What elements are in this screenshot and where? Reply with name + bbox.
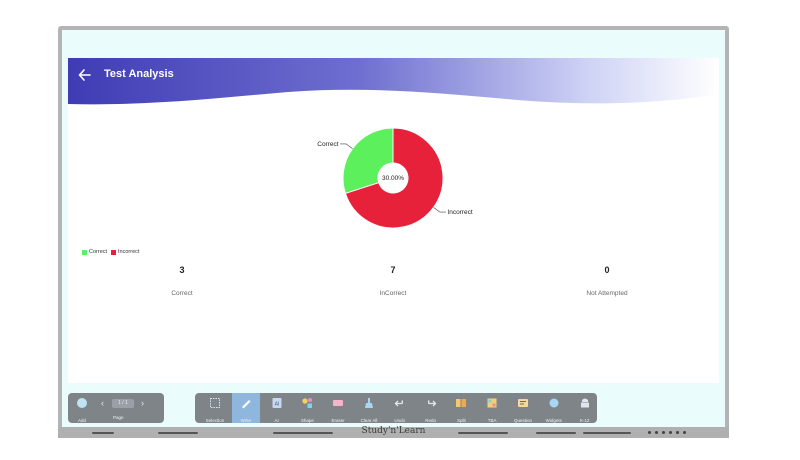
- legend-item-incorrect: Incorrect: [111, 249, 139, 255]
- tool-label: Clear All: [360, 418, 378, 423]
- question-icon: [518, 399, 528, 407]
- legend-label: Incorrect: [118, 249, 140, 255]
- slice-leader-line: [340, 143, 353, 149]
- add-label: Add: [77, 418, 86, 423]
- donut-center-label: 30.00%: [382, 175, 404, 182]
- tool-eraser[interactable]: Eraser: [324, 393, 352, 423]
- header-banner: [68, 58, 719, 105]
- tool-label: Question: [513, 418, 532, 423]
- legend-label: Correct: [89, 249, 108, 255]
- tool-tba[interactable]: TBA: [478, 393, 506, 423]
- tool-selection[interactable]: Selection: [201, 393, 229, 423]
- pager: ‹ 1 / 1 ›: [98, 398, 146, 409]
- tool-k-12[interactable]: K-12: [571, 393, 599, 423]
- chart-legend: Correct Incorrect: [82, 249, 143, 255]
- tool-shape[interactable]: Shape: [293, 393, 321, 423]
- widgets-icon: [549, 398, 559, 408]
- stat-incorrect: 7 InCorrect: [333, 265, 453, 297]
- main-toolbar: Selection Write AI AI Shape Eraser Clear All Un…: [195, 393, 597, 423]
- slice-label: Correct: [317, 141, 339, 148]
- add-icon: [77, 398, 87, 408]
- svg-text:AI: AI: [274, 402, 279, 408]
- tool-redo[interactable]: Redo: [417, 393, 445, 423]
- tool-split[interactable]: Split: [447, 393, 475, 423]
- selection-icon: [210, 398, 220, 408]
- tool-label: TBA: [487, 418, 497, 423]
- stat-label: Not Attempted: [586, 290, 628, 297]
- stat-correct: 3 Correct: [122, 265, 242, 297]
- tool-undo[interactable]: Undo: [386, 393, 414, 423]
- legend-swatch: [111, 249, 117, 255]
- stat-value: 3: [179, 265, 185, 275]
- legend-swatch: [82, 249, 87, 255]
- tool-label: Eraser: [331, 418, 345, 423]
- redo-icon: [427, 400, 437, 407]
- next-page-icon[interactable]: ›: [141, 398, 144, 408]
- stat-label: Correct: [171, 290, 193, 297]
- page-label: Page: [113, 415, 124, 420]
- slice-leader-line: [433, 207, 446, 213]
- brand-logo: Study'n'Learn: [361, 426, 426, 436]
- back-arrow-icon[interactable]: [76, 66, 94, 84]
- tool-clear-all[interactable]: Clear All: [355, 393, 383, 423]
- ai-icon: AI: [272, 398, 282, 408]
- page-toolbar: Add ‹ 1 / 1 › Page: [68, 393, 164, 423]
- tool-question[interactable]: Question: [509, 393, 537, 423]
- undo-icon: [394, 400, 403, 407]
- book-icon: [487, 398, 497, 408]
- stats-summary: 3 Correct 7 InCorrect 0 Not Attempted: [68, 265, 719, 305]
- stat-value: 0: [604, 265, 610, 275]
- stat-value: 7: [390, 265, 396, 275]
- test-analysis-page: Test Analysis Correct Incorrect 30.00% Cor…: [68, 58, 719, 383]
- add-page-button[interactable]: Add: [70, 393, 94, 423]
- clear-all-icon: [365, 398, 373, 408]
- stat-not-attempted: 0 Not Attempted: [547, 265, 667, 297]
- stat-label: InCorrect: [379, 290, 407, 297]
- tool-label: Redo: [425, 418, 436, 423]
- tool-widgets[interactable]: Widgets: [540, 393, 568, 423]
- legend-item-correct: Correct: [82, 249, 107, 255]
- eraser-icon: [333, 400, 344, 406]
- pen-icon: [241, 400, 251, 409]
- tool-label: K-12: [579, 418, 590, 423]
- screen: Test Analysis Correct Incorrect 30.00% Cor…: [62, 30, 725, 427]
- monitor-frame: Test Analysis Correct Incorrect 30.00% Cor…: [58, 26, 729, 438]
- tool-label: AI: [274, 418, 279, 423]
- tool-label: Widgets: [545, 418, 562, 423]
- tool-ai[interactable]: AI AI: [263, 393, 291, 423]
- k12-icon: [580, 398, 589, 408]
- slice-label: Incorrect: [447, 209, 472, 216]
- tool-label: Split: [457, 418, 466, 423]
- tool-label: Undo: [394, 418, 406, 423]
- prev-page-icon[interactable]: ‹: [101, 398, 104, 408]
- tool-label: Selection: [205, 418, 225, 423]
- result-donut-chart: Correct Incorrect 30.00%: [317, 127, 473, 229]
- page-indicator: 1 / 1: [112, 399, 134, 408]
- tool-label: Write: [240, 418, 251, 423]
- shape-icon: [302, 398, 313, 408]
- page-title: Test Analysis: [104, 68, 174, 80]
- tool-label: Shape: [300, 418, 314, 423]
- tool-write[interactable]: Write: [231, 393, 260, 423]
- split-icon: [456, 399, 467, 407]
- monitor-bezel: Study'n'Learn: [58, 426, 729, 438]
